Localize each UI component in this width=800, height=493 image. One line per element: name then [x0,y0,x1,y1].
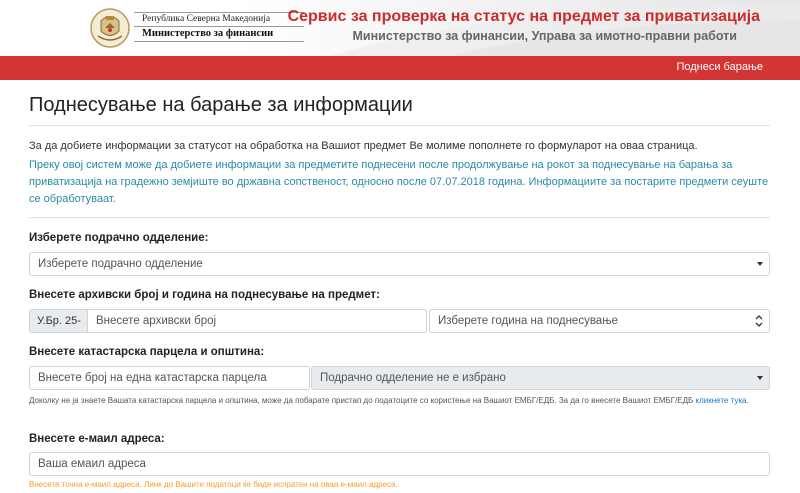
intro-text: За да добиете информации за статусот на … [29,140,698,152]
email-warning-note: Внесете точна е-маил адреса. Линк до Ваш… [29,480,398,489]
coat-of-arms-icon [90,8,130,48]
email-input[interactable]: Ваша емаил адреса [29,452,770,476]
chevron-updown-icon [755,315,763,327]
archive-year-select[interactable]: Изберете година на поднесување [429,309,770,333]
email-placeholder: Ваша емаил адреса [38,458,146,470]
service-subtitle: Министерство за финансии, Управа за имот… [352,29,738,43]
department-label: Изберете подрачно одделение: [29,232,209,244]
cadastral-label: Внесете катастарска парцела и општина: [29,346,265,358]
parcel-number-placeholder: Внесете број на една катастарска парцела [38,372,267,384]
cadastral-help-text: Доколку не ја знаете Вашата катастарска … [29,395,770,406]
org-divider-top [134,12,304,13]
site-header: Република Северна Македонија Министерств… [0,0,800,56]
municipality-select[interactable]: Подрачно одделение не е избрано [311,366,770,390]
service-title: Сервис за проверка на статус на предмет … [287,8,760,25]
org-ministry: Министерство за финансии [142,28,274,39]
parcel-number-input[interactable]: Внесете број на една катастарска парцела [29,366,310,390]
nav-submit-request[interactable]: Поднеси барање [676,61,763,73]
archive-number-placeholder: Внесете архивски број [96,315,217,327]
help-text: Доколку не ја знаете Вашата катастарска … [29,396,696,405]
archive-label: Внесете архивски број и година на поднес… [29,289,380,301]
archive-year-value: Изберете година на поднесување [438,315,618,327]
department-select-value: Изберете подрачно одделение [38,258,203,270]
org-country: Република Северна Македонија [142,14,271,24]
caret-down-icon [757,262,763,266]
org-divider-middle [134,26,304,27]
help-text-end: . [746,396,749,405]
page-title: Поднесување на барање за информации [29,94,413,116]
archive-prefix: У.Бр. 25- [29,309,87,333]
main-navbar: Поднеси барање [0,56,800,80]
department-select[interactable]: Изберете подрачно одделение [29,252,770,276]
intro-info-text: Преку овој систем може да добиете информ… [29,159,769,205]
org-divider-bottom [134,41,304,42]
emb-link[interactable]: кликнете тука [696,396,747,405]
intro-divider [29,217,770,218]
caret-down-icon [757,376,763,380]
municipality-select-value: Подрачно одделение не е избрано [320,372,506,384]
email-label: Внесете е-маил адреса: [29,433,165,445]
title-divider [29,125,770,126]
archive-number-input[interactable]: Внесете архивски број [87,309,427,333]
